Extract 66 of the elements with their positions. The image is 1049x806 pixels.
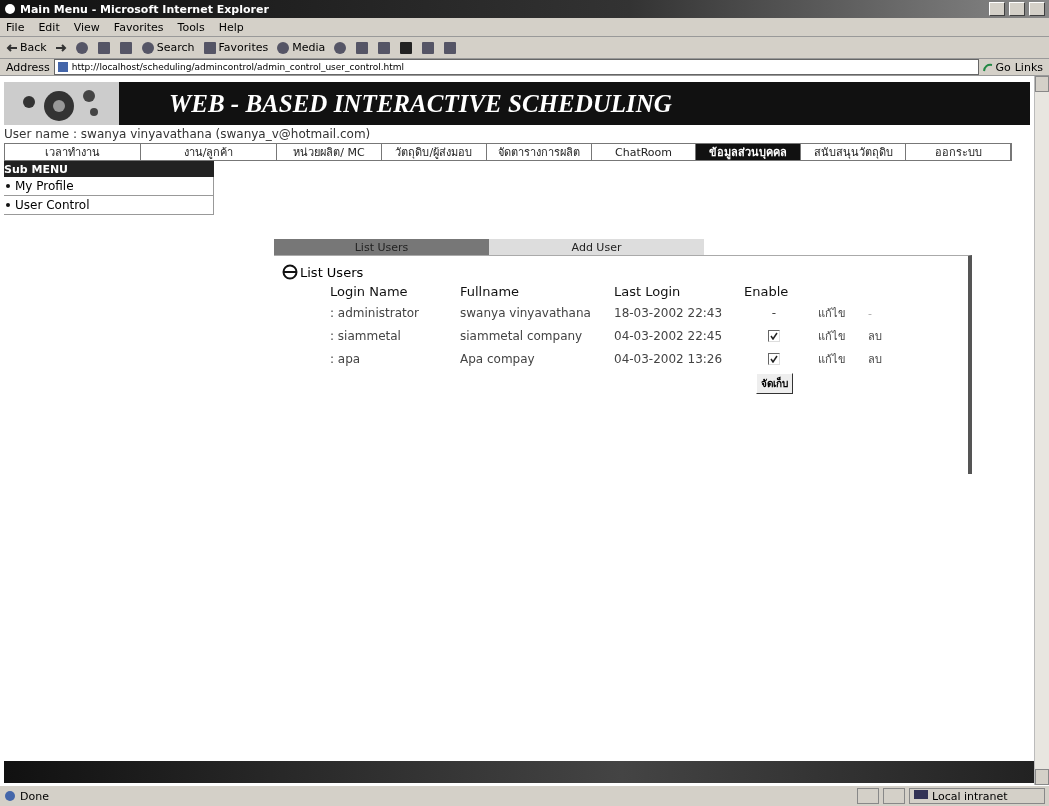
toolbar-button[interactable]: Favorites: [202, 40, 269, 55]
toolbar-button[interactable]: Search: [140, 40, 195, 55]
window-title: Main Menu - Microsoft Internet Explorer: [20, 2, 270, 16]
table-cell: -: [771, 306, 777, 320]
delete-link[interactable]: ลบ: [864, 350, 882, 368]
column-header: Last Login: [614, 284, 682, 299]
globe-icon: [282, 264, 298, 280]
page-icon: [4, 790, 16, 802]
submenu-title: Sub MENU: [4, 161, 214, 177]
bullet-icon: [6, 184, 10, 188]
maximize-button[interactable]: [1009, 2, 1025, 16]
tab[interactable]: List Users: [274, 239, 489, 255]
section-title: List Users: [300, 264, 364, 280]
delete-link[interactable]: ลบ: [864, 327, 882, 345]
nav-tab[interactable]: ข้อมูลส่วนบุคคล: [696, 144, 802, 160]
banner-title: WEB - BASED INTERACTIVE SCHEDULING: [169, 89, 672, 118]
tab[interactable]: Add User: [489, 239, 704, 255]
arrow-icon: [6, 42, 18, 53]
menu-item[interactable]: Edit: [38, 20, 60, 34]
enable-checkbox[interactable]: [768, 353, 780, 365]
browser-icon: [4, 3, 16, 15]
gear-logo-icon: [4, 82, 119, 125]
table-cell-text: -: [867, 306, 872, 320]
close-button[interactable]: [1029, 2, 1045, 16]
submenu-label: User Control: [15, 198, 90, 212]
save-button[interactable]: จัดเก็บ: [755, 373, 793, 394]
menu-item[interactable]: Tools: [177, 20, 205, 34]
bullet-icon: [6, 203, 10, 207]
address-field[interactable]: http://localhost/scheduling/admincontrol/admin_control_user_control.html: [53, 59, 980, 75]
menu-item[interactable]: View: [73, 20, 100, 34]
menu-item[interactable]: Help: [218, 20, 244, 34]
menu-item[interactable]: File: [6, 20, 25, 34]
table-cell-text: 04-03-2002 22:45: [614, 329, 724, 343]
table-cell-text: : apa: [330, 352, 362, 366]
search-icon: [140, 40, 155, 55]
computer-icon: [914, 790, 928, 802]
column-header: Login Name: [330, 284, 409, 299]
edit-link[interactable]: แก้ไข: [804, 327, 846, 345]
submenu-label: My Profile: [15, 179, 74, 193]
enable-checkbox[interactable]: [768, 330, 780, 342]
toolbar-button[interactable]: Back: [6, 41, 47, 54]
table-cell-text: Apa compay: [460, 352, 536, 366]
address-label: Address: [6, 60, 50, 74]
menu-item[interactable]: Favorites: [113, 20, 164, 34]
status-pane: [883, 788, 905, 804]
zone-label: Local intranet: [932, 789, 1008, 803]
edit-link[interactable]: แก้ไข: [804, 304, 846, 322]
submenu-item[interactable]: User Control: [4, 196, 214, 215]
minimize-button[interactable]: [989, 2, 1005, 16]
table-cell-text: : siammetal: [330, 329, 402, 343]
page-icon: [57, 62, 68, 72]
table-cell-text: swanya vinyavathana: [460, 306, 592, 320]
status-text: Done: [20, 789, 50, 803]
go-button[interactable]: Go: [983, 60, 1011, 74]
user-info: User name : swanya vinyavathana (swanya_v@hotmail.com): [4, 126, 372, 143]
table-cell-text: siammetal company: [460, 329, 584, 343]
table-cell-text: : administrator: [330, 306, 420, 320]
table-cell-text: 18-03-2002 22:43: [614, 306, 724, 320]
column-header: Enable: [744, 284, 790, 299]
table-cell-text: 04-03-2002 13:26: [614, 352, 724, 366]
status-pane: [857, 788, 879, 804]
edit-link[interactable]: แก้ไข: [804, 350, 846, 368]
column-header: Fullname: [460, 284, 521, 299]
links-button[interactable]: Links: [1014, 60, 1043, 74]
submenu-item[interactable]: My Profile: [4, 177, 214, 196]
toolbar-button[interactable]: Media: [276, 40, 326, 55]
